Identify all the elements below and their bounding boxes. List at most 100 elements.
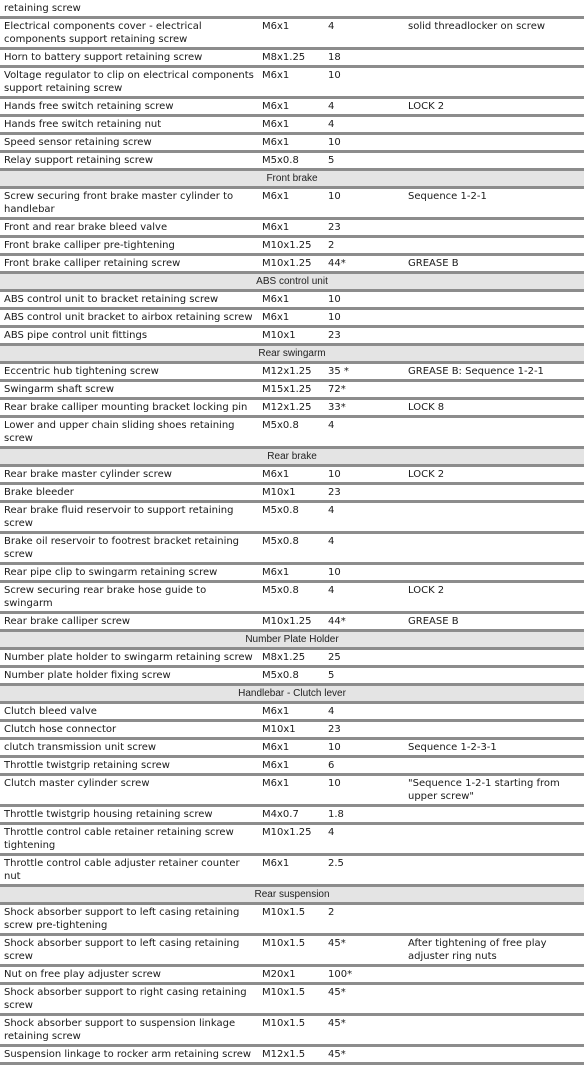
torque-cell: 72* xyxy=(324,380,404,400)
table-row: Suspension linkage to rocker arm retaini… xyxy=(0,1045,584,1065)
description-cell: Rear brake fluid reservoir to support re… xyxy=(0,501,258,534)
torque-cell: 33* xyxy=(324,398,404,418)
section-title: ABS control unit xyxy=(0,272,584,292)
torque-cell: 1.8 xyxy=(324,805,404,825)
table-row: Screw securing rear brake hose guide to … xyxy=(0,581,584,614)
description-cell: ABS control unit bracket to airbox retai… xyxy=(0,308,258,328)
continuation-text: retaining screw xyxy=(0,0,584,19)
thread-cell: M6x1 xyxy=(258,218,324,238)
table-row: Nut on free play adjuster screw M20x1 100* xyxy=(0,965,584,985)
description-cell: Front brake calliper pre-tightening xyxy=(0,236,258,256)
thread-cell: M10x1 xyxy=(258,326,324,346)
table-row: Clutch bleed valve M6x1 4 xyxy=(0,702,584,722)
torque-cell: 4 xyxy=(324,501,404,534)
table-row: clutch transmission unit screw M6x1 10 Sequ… xyxy=(0,738,584,758)
table-row: ABS control unit bracket to airbox retai… xyxy=(0,308,584,328)
thread-cell: M6x1 xyxy=(258,563,324,583)
thread-cell: M8x1.25 xyxy=(258,648,324,668)
torque-cell: 10 xyxy=(324,66,404,99)
torque-cell: 18 xyxy=(324,48,404,68)
torque-cell: 44* xyxy=(324,612,404,632)
thread-cell: M6x1 xyxy=(258,115,324,135)
description-cell: Lower and upper chain sliding shoes reta… xyxy=(0,416,258,449)
notes-cell xyxy=(404,563,584,583)
notes-cell xyxy=(404,236,584,256)
torque-cell: 44* xyxy=(324,254,404,274)
description-cell: Shock absorber support to right casing r… xyxy=(0,983,258,1016)
notes-cell xyxy=(404,702,584,722)
torque-table: retaining screw Electrical components co… xyxy=(0,0,584,1065)
thread-cell: M20x1 xyxy=(258,965,324,985)
torque-cell: 2.5 xyxy=(324,854,404,887)
notes-cell xyxy=(404,648,584,668)
table-row: Rear brake calliper mounting bracket loc… xyxy=(0,398,584,418)
thread-cell: M12x1.25 xyxy=(258,398,324,418)
notes-cell xyxy=(404,1045,584,1065)
thread-cell: M6x1 xyxy=(258,756,324,776)
table-row: ABS pipe control unit fittings M10x1 23 xyxy=(0,326,584,346)
table-row: Screw securing front brake master cylind… xyxy=(0,187,584,220)
torque-cell: 100* xyxy=(324,965,404,985)
description-cell: Number plate holder fixing screw xyxy=(0,666,258,686)
torque-cell: 45* xyxy=(324,934,404,967)
table-row: Clutch hose connector M10x1 23 xyxy=(0,720,584,740)
description-cell: Clutch bleed valve xyxy=(0,702,258,722)
description-cell: Brake oil reservoir to footrest bracket … xyxy=(0,532,258,565)
description-cell: Shock absorber support to left casing re… xyxy=(0,934,258,967)
table-row: Shock absorber support to left casing re… xyxy=(0,934,584,967)
thread-cell: M12x1.5 xyxy=(258,1045,324,1065)
description-cell: Clutch hose connector xyxy=(0,720,258,740)
torque-cell: 45* xyxy=(324,1045,404,1065)
torque-cell: 10 xyxy=(324,133,404,153)
thread-cell: M10x1.25 xyxy=(258,612,324,632)
notes-cell: LOCK 8 xyxy=(404,398,584,418)
notes-cell xyxy=(404,290,584,310)
table-row: Throttle twistgrip housing retaining scr… xyxy=(0,805,584,825)
description-cell: Throttle control cable adjuster retainer… xyxy=(0,854,258,887)
description-cell: Throttle twistgrip retaining screw xyxy=(0,756,258,776)
notes-cell: LOCK 2 xyxy=(404,465,584,485)
description-cell: Brake bleeder xyxy=(0,483,258,503)
notes-cell: GREASE B xyxy=(404,612,584,632)
notes-cell xyxy=(404,532,584,565)
torque-cell: 4 xyxy=(324,17,404,50)
table-row: ABS control unit to bracket retaining sc… xyxy=(0,290,584,310)
notes-cell: Sequence 1-2-1 xyxy=(404,187,584,220)
torque-cell: 23 xyxy=(324,326,404,346)
thread-cell: M4x0.7 xyxy=(258,805,324,825)
thread-cell: M5x0.8 xyxy=(258,532,324,565)
table-row: Eccentric hub tightening screw M12x1.25 35… xyxy=(0,362,584,382)
section-header-row: Handlebar - Clutch lever xyxy=(0,684,584,704)
description-cell: Screw securing front brake master cylind… xyxy=(0,187,258,220)
notes-cell: "Sequence 1-2-1 starting from upper scre… xyxy=(404,774,584,807)
thread-cell: M10x1 xyxy=(258,720,324,740)
description-cell: ABS pipe control unit fittings xyxy=(0,326,258,346)
table-row: Hands free switch retaining nut M6x1 4 xyxy=(0,115,584,135)
torque-cell: 4 xyxy=(324,97,404,117)
section-header-row: Number Plate Holder xyxy=(0,630,584,650)
thread-cell: M6x1 xyxy=(258,465,324,485)
torque-cell: 10 xyxy=(324,738,404,758)
table-row: Number plate holder fixing screw M5x0.8 5 xyxy=(0,666,584,686)
description-cell: clutch transmission unit screw xyxy=(0,738,258,758)
notes-cell xyxy=(404,133,584,153)
torque-cell: 23 xyxy=(324,720,404,740)
thread-cell: M5x0.8 xyxy=(258,666,324,686)
description-cell: Rear brake calliper mounting bracket loc… xyxy=(0,398,258,418)
notes-cell xyxy=(404,983,584,1016)
thread-cell: M6x1 xyxy=(258,738,324,758)
table-row: Front brake calliper retaining screw M10x… xyxy=(0,254,584,274)
table-row: Horn to battery support retaining screw M… xyxy=(0,48,584,68)
section-title: Rear suspension xyxy=(0,885,584,905)
thread-cell: M6x1 xyxy=(258,290,324,310)
notes-cell xyxy=(404,218,584,238)
thread-cell: M10x1.5 xyxy=(258,983,324,1016)
table-row: Front brake calliper pre-tightening M10x1… xyxy=(0,236,584,256)
notes-cell: LOCK 2 xyxy=(404,581,584,614)
description-cell: Rear brake calliper screw xyxy=(0,612,258,632)
thread-cell: M6x1 xyxy=(258,66,324,99)
table-row: Shock absorber support to right casing r… xyxy=(0,983,584,1016)
thread-cell: M12x1.25 xyxy=(258,362,324,382)
notes-cell xyxy=(404,805,584,825)
description-cell: Relay support retaining screw xyxy=(0,151,258,171)
